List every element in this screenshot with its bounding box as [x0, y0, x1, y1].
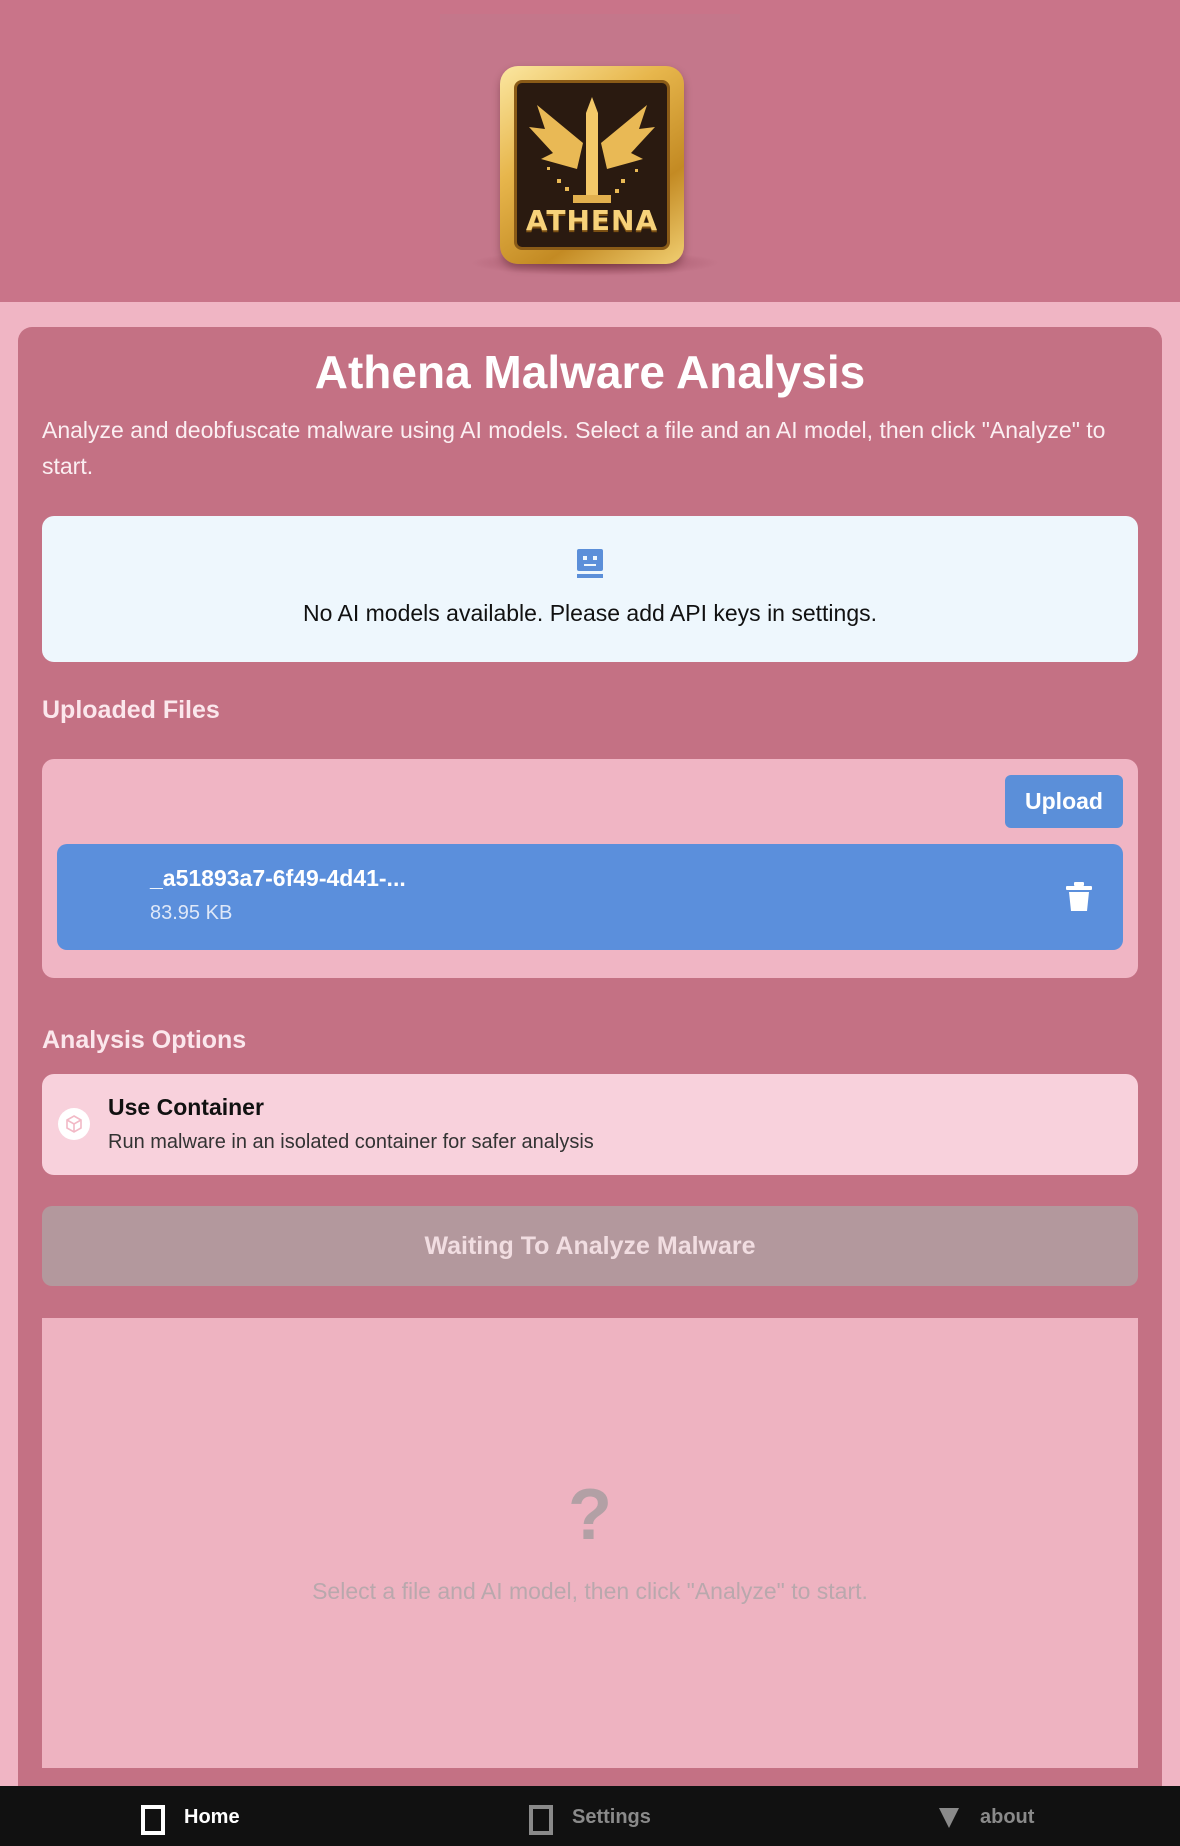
analyze-button[interactable]: Waiting To Analyze Malware: [42, 1206, 1138, 1286]
file-size: 83.95 KB: [150, 902, 233, 924]
athena-logo-inner: ATHENA: [514, 80, 670, 250]
use-container-title: Use Container: [108, 1094, 264, 1120]
use-container-description: Run malware in an isolated container for…: [108, 1131, 594, 1153]
uploaded-files-title: Uploaded Files: [42, 696, 220, 724]
home-icon[interactable]: [141, 1805, 165, 1835]
container-toggle-icon[interactable]: [58, 1108, 90, 1140]
file-list-item[interactable]: [57, 844, 1123, 950]
ai-models-panel: [42, 516, 1138, 662]
athena-logo: ATHENA: [500, 66, 684, 264]
about-icon[interactable]: [937, 1808, 961, 1828]
page-title: Athena Malware Analysis: [314, 346, 866, 398]
nav-settings-label: Settings: [572, 1806, 651, 1828]
question-icon: ?: [568, 1475, 612, 1555]
trash-icon[interactable]: [1066, 882, 1092, 912]
robot-icon: [577, 549, 603, 578]
upload-button[interactable]: Upload: [1005, 775, 1123, 828]
use-container-option[interactable]: [42, 1074, 1138, 1175]
nav-home-label: Home: [184, 1806, 240, 1828]
settings-icon[interactable]: [529, 1805, 553, 1835]
logo-text: ATHENA: [525, 204, 659, 237]
analysis-options-title: Analysis Options: [42, 1026, 247, 1054]
page-description: Analyze and deobfuscate malware using AI…: [42, 417, 1106, 479]
file-name: _a51893a7-6f49-4d41-...: [150, 865, 406, 891]
cube-icon: [66, 1115, 82, 1133]
no-models-message: No AI models available. Please add API k…: [302, 600, 878, 626]
results-placeholder-message: Select a file and AI model, then click "…: [312, 1578, 868, 1604]
nav-about-label: about: [980, 1806, 1035, 1828]
